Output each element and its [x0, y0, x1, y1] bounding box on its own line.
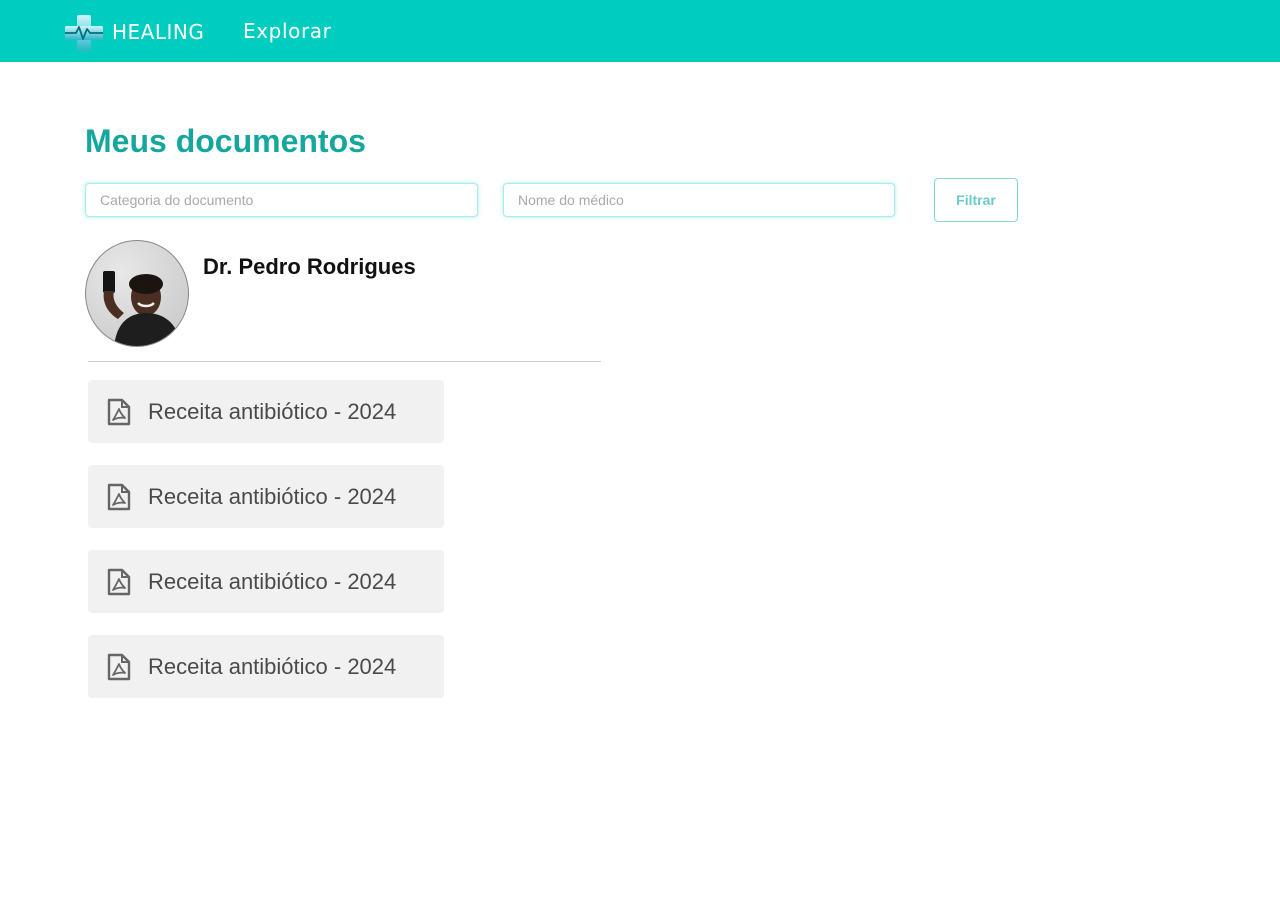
document-label: Receita antibiótico - 2024 — [148, 568, 397, 594]
brand-name[interactable]: HEALING — [112, 20, 204, 44]
document-list: Receita antibiótico - 2024 Receita antib… — [88, 380, 444, 720]
document-label: Receita antibiótico - 2024 — [148, 398, 397, 424]
category-filter-input[interactable] — [85, 183, 478, 217]
document-item[interactable]: Receita antibiótico - 2024 — [88, 380, 444, 443]
pdf-file-icon — [107, 653, 131, 680]
doctor-name-filter-input[interactable] — [503, 183, 895, 217]
pdf-file-icon — [107, 398, 131, 425]
document-label: Receita antibiótico - 2024 — [148, 483, 397, 509]
page-title: Meus documentos — [85, 123, 366, 159]
document-label: Receita antibiótico - 2024 — [148, 653, 397, 679]
filter-button[interactable]: Filtrar — [934, 178, 1018, 222]
pdf-file-icon — [107, 483, 131, 510]
doctor-avatar — [85, 240, 189, 347]
section-divider — [88, 361, 601, 362]
pdf-file-icon — [107, 568, 131, 595]
top-navbar: HEALING Explorar — [0, 0, 1280, 62]
document-item[interactable]: Receita antibiótico - 2024 — [88, 550, 444, 613]
avatar-photo — [103, 271, 182, 346]
medical-cross-logo-icon[interactable] — [63, 13, 105, 53]
document-item[interactable]: Receita antibiótico - 2024 — [88, 465, 444, 528]
nav-explore-link[interactable]: Explorar — [243, 19, 331, 43]
document-item[interactable]: Receita antibiótico - 2024 — [88, 635, 444, 698]
doctor-name: Dr. Pedro Rodrigues — [203, 254, 416, 279]
